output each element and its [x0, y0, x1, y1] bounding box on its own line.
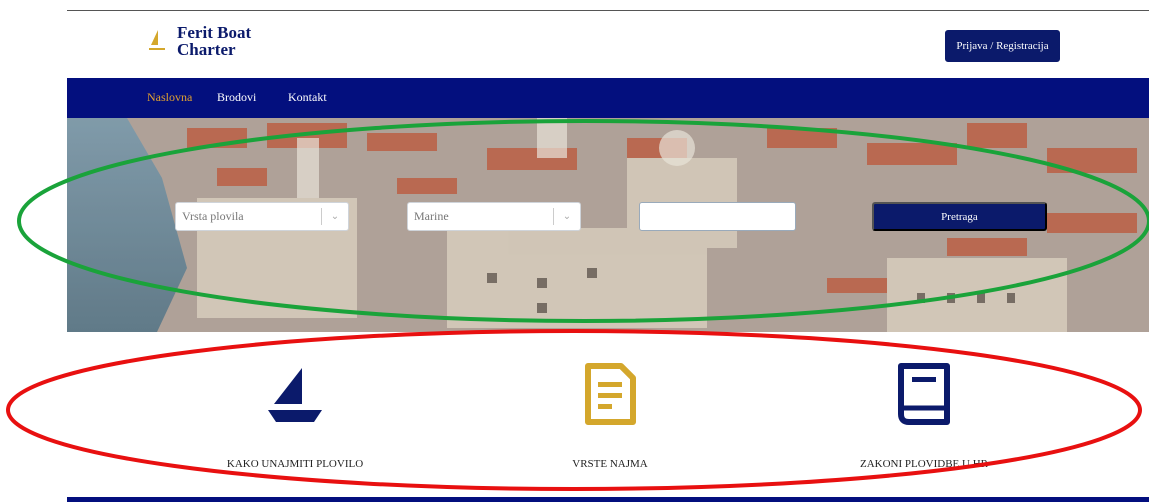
vessel-type-placeholder: Vrsta plovila	[182, 209, 244, 223]
feature-label: KAKO UNAJMITI PLOVILO	[226, 458, 364, 470]
brand-name-line1: Ferit Boat	[177, 23, 252, 42]
sailboat-logo-icon	[149, 30, 165, 50]
feature-navigation-laws[interactable]: ZAKONI PLOVIDBE U HR	[860, 360, 988, 470]
feature-label: ZAKONI PLOVIDBE U HR	[859, 458, 989, 470]
nav-item-naslovna[interactable]: Naslovna	[147, 90, 192, 105]
login-register-button[interactable]: Prijava / Registracija	[945, 30, 1060, 62]
brand-name-line2: Charter	[177, 40, 236, 59]
document-icon	[583, 360, 637, 426]
brand-name: Ferit Boat Charter	[177, 24, 251, 58]
feature-label: VRSTE NAJMA	[572, 458, 648, 470]
search-text-input[interactable]	[639, 202, 796, 231]
feature-how-to-rent[interactable]: KAKO UNAJMITI PLOVILO	[227, 360, 363, 470]
feature-rental-types[interactable]: VRSTE NAJMA	[565, 360, 655, 470]
search-button[interactable]: Pretraga	[872, 202, 1047, 231]
vessel-type-select[interactable]: Vrsta plovila ⌄	[175, 202, 349, 231]
chevron-down-icon[interactable]: ⌄	[322, 211, 348, 222]
chevron-down-icon[interactable]: ⌄	[554, 211, 580, 222]
marina-select[interactable]: Marine ⌄	[407, 202, 581, 231]
site-header: Ferit Boat Charter Prijava / Registracij…	[67, 11, 1149, 78]
marina-placeholder: Marine	[414, 209, 449, 223]
nav-item-brodovi[interactable]: Brodovi	[217, 90, 256, 105]
sailboat-icon	[266, 360, 324, 426]
book-icon	[895, 360, 953, 426]
nav-item-kontakt[interactable]: Kontakt	[288, 90, 327, 105]
footer-bar	[67, 497, 1149, 502]
brand-logo[interactable]: Ferit Boat Charter	[147, 24, 251, 58]
main-nav: Naslovna Brodovi Kontakt	[67, 78, 1149, 118]
